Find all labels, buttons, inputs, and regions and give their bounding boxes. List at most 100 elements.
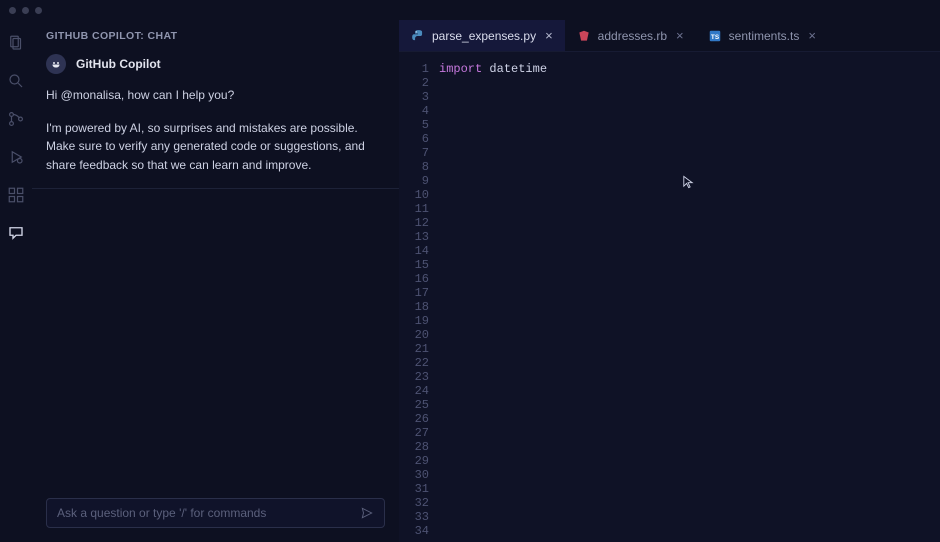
code-line[interactable] [439, 76, 940, 90]
code-line[interactable]: import datetime [439, 62, 940, 76]
activity-run-debug[interactable] [7, 148, 25, 166]
code-line[interactable] [439, 258, 940, 272]
code-line[interactable] [439, 440, 940, 454]
code-line[interactable] [439, 160, 940, 174]
activity-explorer[interactable] [7, 34, 25, 52]
line-number-gutter: 1234567891011121314151617181920212223242… [399, 62, 439, 542]
code-line[interactable] [439, 118, 940, 132]
traffic-light-zoom[interactable] [35, 7, 42, 14]
line-number: 26 [399, 412, 429, 426]
tab-label: addresses.rb [598, 29, 667, 43]
line-number: 4 [399, 104, 429, 118]
ruby-file-icon [577, 29, 591, 43]
chat-message: Hi @monalisa, how can I help you? [46, 86, 385, 105]
code-line[interactable] [439, 524, 940, 538]
code-line[interactable] [439, 454, 940, 468]
code-line[interactable] [439, 496, 940, 510]
line-number: 29 [399, 454, 429, 468]
line-number: 1 [399, 62, 429, 76]
chat-panel-title: GITHUB COPILOT: CHAT [32, 20, 399, 42]
code-line[interactable] [439, 188, 940, 202]
code-line[interactable] [439, 384, 940, 398]
chat-input-container[interactable] [46, 498, 385, 528]
chat-message: I'm powered by AI, so surprises and mist… [46, 119, 385, 175]
editor-tab[interactable]: parse_expenses.py × [399, 20, 565, 51]
send-icon[interactable] [360, 506, 374, 520]
code-line[interactable] [439, 468, 940, 482]
activity-copilot-chat[interactable] [7, 224, 25, 242]
traffic-light-close[interactable] [9, 7, 16, 14]
line-number: 13 [399, 230, 429, 244]
line-number: 28 [399, 440, 429, 454]
line-number: 11 [399, 202, 429, 216]
code-line[interactable] [439, 272, 940, 286]
chat-divider [32, 188, 399, 189]
code-line[interactable] [439, 300, 940, 314]
activity-extensions[interactable] [7, 186, 25, 204]
editor-area: parse_expenses.py × addresses.rb × TS sentime… [399, 20, 940, 542]
tab-label: parse_expenses.py [432, 29, 536, 43]
code-line[interactable] [439, 174, 940, 188]
line-number: 23 [399, 370, 429, 384]
code-line[interactable] [439, 328, 940, 342]
line-number: 25 [399, 398, 429, 412]
line-number: 17 [399, 286, 429, 300]
editor-tab[interactable]: TS sentiments.ts × [696, 20, 828, 51]
code-line[interactable] [439, 398, 940, 412]
line-number: 7 [399, 146, 429, 160]
code-line[interactable] [439, 230, 940, 244]
line-number: 30 [399, 468, 429, 482]
code-line[interactable] [439, 342, 940, 356]
line-number: 33 [399, 510, 429, 524]
code-line[interactable] [439, 104, 940, 118]
line-number: 34 [399, 524, 429, 538]
chat-panel: GITHUB COPILOT: CHAT GitHub Copilot Hi @… [32, 20, 399, 542]
tab-label: sentiments.ts [729, 29, 800, 43]
bot-name: GitHub Copilot [76, 57, 161, 71]
activity-search[interactable] [7, 72, 25, 90]
tab-close-icon[interactable]: × [806, 29, 818, 42]
python-file-icon [411, 29, 425, 43]
line-number: 6 [399, 132, 429, 146]
line-number: 9 [399, 174, 429, 188]
code-editor[interactable]: 1234567891011121314151617181920212223242… [399, 52, 940, 542]
code-line[interactable] [439, 314, 940, 328]
code-line[interactable] [439, 132, 940, 146]
line-number: 3 [399, 90, 429, 104]
traffic-light-minimize[interactable] [22, 7, 29, 14]
code-line[interactable] [439, 146, 940, 160]
activity-bar [0, 20, 32, 542]
tab-close-icon[interactable]: × [674, 29, 686, 42]
code-line[interactable] [439, 426, 940, 440]
code-line[interactable] [439, 216, 940, 230]
tab-close-icon[interactable]: × [543, 29, 555, 42]
line-number: 32 [399, 496, 429, 510]
line-number: 22 [399, 356, 429, 370]
editor-tab[interactable]: addresses.rb × [565, 20, 696, 51]
code-line[interactable] [439, 510, 940, 524]
line-number: 24 [399, 384, 429, 398]
line-number: 5 [399, 118, 429, 132]
chat-body: GitHub Copilot Hi @monalisa, how can I h… [32, 42, 399, 498]
ts-file-icon: TS [708, 29, 722, 43]
code-line[interactable] [439, 286, 940, 300]
code-line[interactable] [439, 482, 940, 496]
line-number: 10 [399, 188, 429, 202]
chat-input[interactable] [57, 506, 352, 520]
code-content[interactable]: import datetime [439, 62, 940, 542]
code-line[interactable] [439, 356, 940, 370]
editor-tabs: parse_expenses.py × addresses.rb × TS sentime… [399, 20, 940, 52]
copilot-avatar-icon [46, 54, 66, 74]
code-line[interactable] [439, 202, 940, 216]
code-line[interactable] [439, 244, 940, 258]
code-line[interactable] [439, 370, 940, 384]
code-line[interactable] [439, 90, 940, 104]
line-number: 14 [399, 244, 429, 258]
line-number: 31 [399, 482, 429, 496]
line-number: 16 [399, 272, 429, 286]
line-number: 2 [399, 76, 429, 90]
activity-source-control[interactable] [7, 110, 25, 128]
code-line[interactable] [439, 412, 940, 426]
line-number: 19 [399, 314, 429, 328]
line-number: 27 [399, 426, 429, 440]
